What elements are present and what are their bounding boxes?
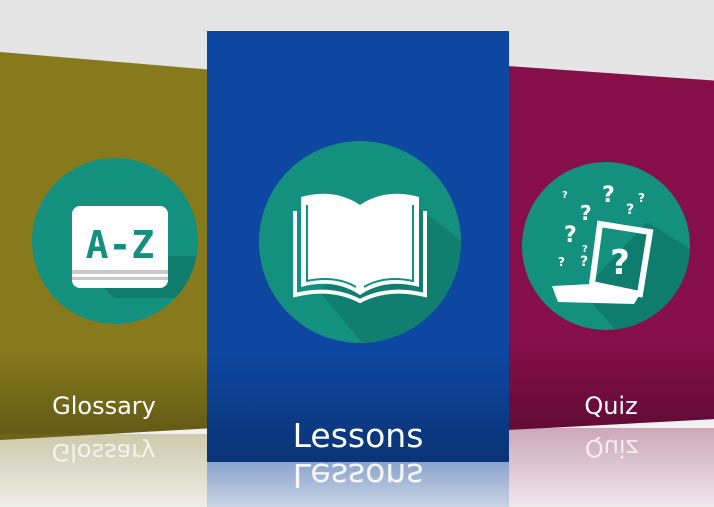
glossary-card[interactable]: A-Z Glossary (0, 52, 208, 440)
quiz-icon-circle: ? ? ? ? ? ? ? ? ? ? (522, 162, 690, 330)
quiz-reflection-label: Quiz (584, 434, 639, 462)
glossary-label: Glossary (52, 392, 156, 420)
glossary-reflection-label: Glossary (51, 438, 156, 466)
svg-text:?: ? (638, 191, 645, 205)
quiz-label: Quiz (584, 392, 638, 420)
svg-text:?: ? (582, 244, 588, 255)
lessons-reflection: Lessons (207, 462, 509, 507)
lessons-icon-circle (259, 141, 461, 343)
a-z-icon-text: A-Z (86, 223, 155, 267)
svg-text:?: ? (564, 223, 577, 248)
lessons-label: Lessons (292, 416, 424, 455)
svg-text:?: ? (610, 243, 630, 283)
svg-text:?: ? (602, 183, 615, 208)
svg-text:?: ? (562, 190, 568, 201)
svg-text:?: ? (580, 201, 592, 225)
glossary-reflection: Glossary (0, 434, 207, 507)
glossary-icon-circle: A-Z (32, 158, 198, 324)
a-z-book-icon: A-Z (72, 206, 198, 298)
quiz-card[interactable]: ? ? ? ? ? ? ? ? ? ? Quiz (508, 66, 714, 430)
svg-text:?: ? (626, 202, 634, 218)
question-laptop-icon: ? ? ? ? ? ? ? ? ? ? (552, 183, 690, 330)
quiz-reflection: Quiz (509, 428, 714, 507)
svg-text:?: ? (580, 254, 588, 270)
lessons-reflection-label: Lessons (292, 462, 424, 495)
lessons-card[interactable]: Lessons (207, 31, 509, 462)
open-book-icon (293, 193, 461, 343)
svg-text:?: ? (558, 255, 565, 269)
